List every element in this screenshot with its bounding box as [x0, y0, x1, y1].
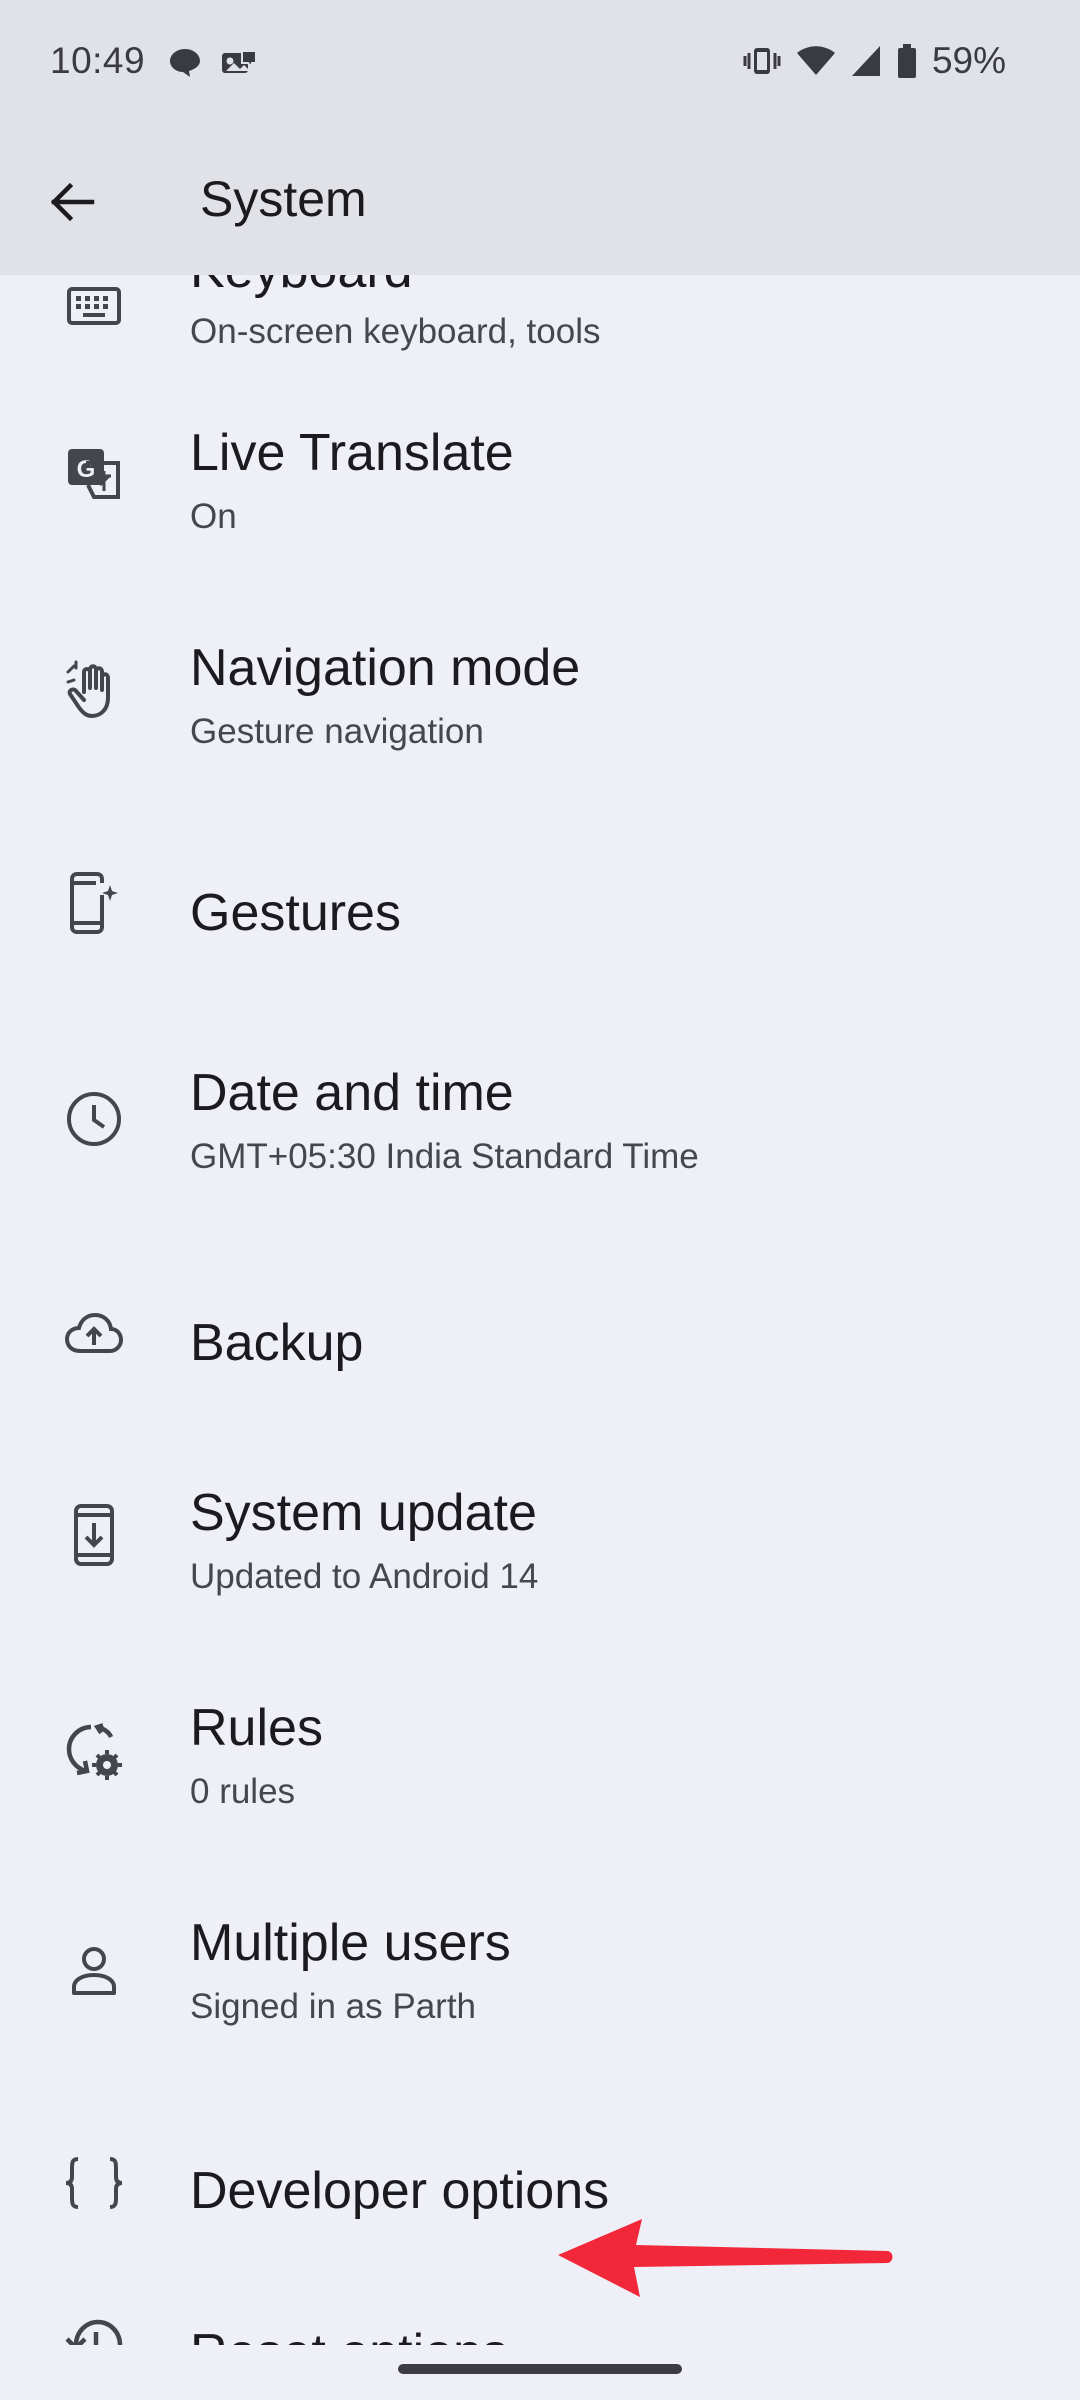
- battery-percentage: 59%: [931, 40, 1006, 81]
- setting-item-reset-options[interactable]: Reset options: [0, 2285, 1080, 2345]
- setting-summary: Updated to Android 14: [190, 1557, 539, 1596]
- person-icon: [58, 1935, 130, 2007]
- setting-summary: 0 rules: [190, 1772, 296, 1811]
- setting-summary: GMT+05:30 India Standard Time: [190, 1137, 699, 1176]
- notification-icons: [168, 47, 258, 79]
- setting-summary: On-screen keyboard, tools: [190, 312, 601, 351]
- setting-title: Gestures: [190, 884, 401, 942]
- setting-title: Live Translate: [190, 424, 514, 482]
- setting-title: Date and time: [190, 1064, 514, 1122]
- system-update-icon: [58, 1499, 130, 1571]
- setting-item-backup[interactable]: Backup: [0, 1275, 1080, 1405]
- setting-title: Navigation mode: [190, 639, 581, 697]
- arrow-shape: [558, 2219, 893, 2297]
- setting-summary: On: [190, 497, 237, 536]
- svg-text:G: G: [77, 456, 96, 483]
- setting-title: Rules: [190, 1699, 323, 1757]
- page-title: System: [200, 171, 367, 227]
- photo-message-icon: [220, 47, 258, 79]
- chat-bubble-icon: [168, 47, 202, 79]
- setting-item-system-update[interactable]: System update Updated to Android 14: [0, 1455, 1080, 1625]
- gesture-navigation-handle[interactable]: [398, 2364, 682, 2374]
- wifi-icon: [796, 44, 836, 78]
- vibrate-icon: [742, 44, 782, 78]
- cellular-signal-icon: [850, 44, 882, 78]
- setting-title: Multiple users: [190, 1914, 511, 1972]
- setting-item-date-and-time[interactable]: Date and time GMT+05:30 India Standard T…: [0, 1035, 1080, 1205]
- status-bar: 10:49 59%: [0, 0, 1080, 130]
- rules-sync-gear-icon: [58, 1716, 130, 1788]
- setting-item-gestures[interactable]: Gestures: [0, 845, 1080, 975]
- battery-icon: [896, 43, 918, 79]
- setting-item-developer-options[interactable]: Developer options: [0, 2125, 1080, 2255]
- setting-title: Backup: [190, 1314, 364, 1372]
- curly-braces-icon: [58, 2147, 130, 2219]
- setting-title: System update: [190, 1484, 537, 1542]
- setting-item-multiple-users[interactable]: Multiple users Signed in as Parth: [0, 1885, 1080, 2055]
- keyboard-icon: [58, 275, 130, 342]
- arrow-back-icon: [48, 178, 96, 226]
- system-status-icons: 59%: [742, 40, 1006, 82]
- setting-item-live-translate[interactable]: G Live Translate On: [0, 395, 1080, 565]
- setting-summary: Gesture navigation: [190, 712, 484, 751]
- setting-item-keyboard[interactable]: Keyboard On-screen keyboard, tools: [0, 275, 1080, 370]
- setting-title: Reset options: [190, 2323, 508, 2345]
- clock-icon: [58, 1083, 130, 1155]
- gesture-hand-icon: [58, 654, 130, 726]
- back-button[interactable]: [30, 160, 114, 244]
- status-time: 10:49: [50, 40, 146, 81]
- settings-list[interactable]: Keyboard On-screen keyboard, tools G Liv…: [0, 275, 1080, 2345]
- app-bar: System: [0, 130, 1080, 275]
- cloud-upload-icon: [58, 1297, 130, 1369]
- setting-item-navigation-mode[interactable]: Navigation mode Gesture navigation: [0, 610, 1080, 780]
- annotation-arrow: [550, 2205, 900, 2305]
- setting-summary: Signed in as Parth: [190, 1987, 477, 2026]
- setting-title: Developer options: [190, 2162, 610, 2220]
- setting-title: Keyboard: [190, 275, 413, 300]
- setting-item-rules[interactable]: Rules 0 rules: [0, 1670, 1080, 1840]
- translate-icon: G: [58, 437, 130, 509]
- phone-sparkle-icon: [58, 867, 130, 939]
- history-icon: [58, 2309, 130, 2345]
